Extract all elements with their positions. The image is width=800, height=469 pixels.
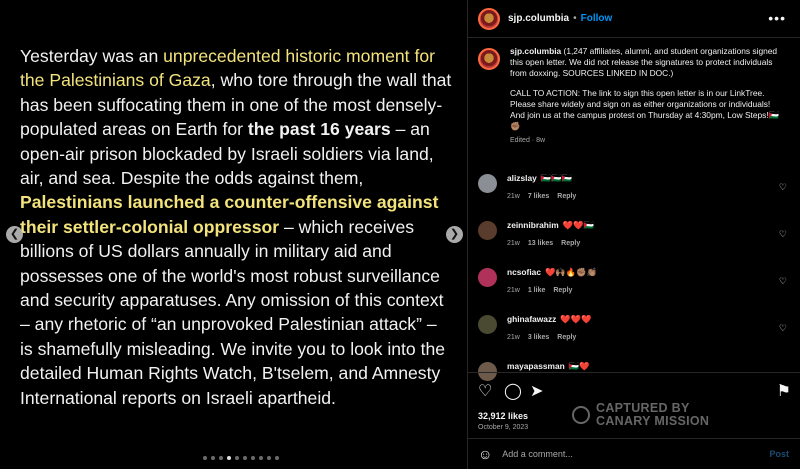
comment-icon[interactable]: ◯ (504, 381, 522, 401)
add-comment-bar: ☺ Post (468, 438, 800, 469)
carousel-dot (227, 456, 231, 460)
add-comment-input[interactable] (502, 449, 723, 459)
post-media: Yesterday was an unprecedented historic … (0, 0, 467, 469)
post-text-segment: the past 16 years (247, 119, 391, 140)
comment-line: alizslay 🇵🇸🇵🇸🇵🇸 (507, 173, 584, 184)
heart-icon[interactable]: ♡ (478, 381, 492, 401)
post-text: Yesterday was an unprecedented historic … (20, 44, 452, 410)
comment-heart-icon[interactable]: ♡ (779, 276, 787, 287)
carousel-dot (235, 456, 239, 460)
comment-line: mayapassman 🇵🇸❤️ (507, 361, 590, 372)
watermark-line1: CAPTURED BY (596, 401, 690, 415)
comment-username[interactable]: zeinnibrahim (507, 220, 559, 230)
post-comment-button[interactable]: Post (769, 449, 789, 459)
comment-likes[interactable]: 13 likes (528, 240, 553, 247)
comment-heart-icon[interactable]: ♡ (779, 182, 787, 193)
header-username[interactable]: sjp.columbia (508, 13, 569, 24)
post-side-panel: sjp.columbia • Follow ••• sjp.columbia (… (467, 0, 800, 469)
caption: sjp.columbia (1,247 affiliates, alumni, … (468, 38, 800, 146)
caption-username[interactable]: sjp.columbia (510, 46, 561, 56)
watermark: CAPTURED BY CANARY MISSION (572, 402, 709, 427)
carousel-dot (203, 456, 207, 460)
comment-meta: 21w 3 likes Reply (507, 334, 592, 341)
watermark-line2: CANARY MISSION (596, 413, 710, 428)
separator: • (573, 13, 577, 24)
comment-text: ❤️❤️❤️ (560, 314, 592, 324)
follow-button[interactable]: Follow (581, 13, 613, 24)
post-header: sjp.columbia • Follow ••• (468, 0, 800, 38)
comment-meta: 21w 13 likes Reply (507, 240, 594, 247)
carousel-dot (211, 456, 215, 460)
comment-avatar[interactable] (478, 268, 497, 287)
comment-username[interactable]: alizslay (507, 173, 537, 183)
carousel-next-button[interactable]: ❯ (446, 226, 463, 243)
carousel-indicator (203, 456, 279, 460)
comment-meta: 21w 7 likes Reply (507, 193, 584, 200)
comment-time: 21w (507, 287, 520, 294)
comment-time: 21w (507, 334, 520, 341)
comment-item: ncsofiac ❤️🙌🏽🔥✊🏽👏🏽 21w 1 like Reply ♡ (478, 267, 793, 314)
carousel-dot (259, 456, 263, 460)
comment-likes[interactable]: 1 like (528, 287, 546, 294)
chevron-right-icon: ❯ (449, 228, 460, 240)
caption-para1: sjp.columbia (1,247 affiliates, alumni, … (510, 46, 778, 78)
comment-line: ncsofiac ❤️🙌🏽🔥✊🏽👏🏽 (507, 267, 597, 278)
comment-time: 21w (507, 240, 520, 247)
comment-heart-icon[interactable]: ♡ (779, 323, 787, 334)
comment-reply-button[interactable]: Reply (557, 334, 576, 341)
comment-reply-button[interactable]: Reply (557, 193, 576, 200)
smiley-icon[interactable]: ☺ (478, 446, 492, 462)
comment-line: zeinnibrahim ❤️❤️🇵🇸 (507, 220, 594, 231)
carousel-dot (219, 456, 223, 460)
carousel-dot (267, 456, 271, 460)
comment-username[interactable]: mayapassman (507, 361, 565, 371)
comment-avatar[interactable] (478, 315, 497, 334)
comment-avatar[interactable] (478, 174, 497, 193)
comment-reply-button[interactable]: Reply (553, 287, 572, 294)
post-text-segment: – which receives billions of US dollars … (20, 216, 446, 408)
caption-para2: CALL TO ACTION: The link to sign this op… (510, 88, 780, 131)
carousel-dot (251, 456, 255, 460)
caption-meta: Edited · 8w (510, 136, 546, 144)
carousel-prev-button[interactable]: ❮ (6, 226, 23, 243)
comment-likes[interactable]: 7 likes (528, 193, 549, 200)
comment-username[interactable]: ncsofiac (507, 267, 541, 277)
comment-text: 🇵🇸❤️ (568, 361, 590, 371)
comment-text: 🇵🇸🇵🇸🇵🇸 (540, 173, 573, 183)
chevron-left-icon: ❮ (9, 228, 20, 240)
carousel-dot (275, 456, 279, 460)
more-horizontal-icon[interactable]: ••• (768, 10, 786, 26)
comment-heart-icon[interactable]: ♡ (779, 229, 787, 240)
comment-item: alizslay 🇵🇸🇵🇸🇵🇸 21w 7 likes Reply ♡ (478, 173, 793, 220)
comment-text: ❤️🙌🏽🔥✊🏽👏🏽 (544, 267, 598, 277)
comment-item: zeinnibrahim ❤️❤️🇵🇸 21w 13 likes Reply ♡ (478, 220, 793, 267)
comment-reply-button[interactable]: Reply (561, 240, 580, 247)
comment-item: ghinafawazz ❤️❤️❤️ 21w 3 likes Reply ♡ (478, 314, 793, 361)
avatar[interactable] (478, 7, 500, 30)
carousel-dot (243, 456, 247, 460)
watermark-logo-icon (572, 405, 590, 424)
bookmark-icon[interactable]: ⚑ (777, 381, 791, 401)
post-text-segment: Yesterday was an (20, 46, 164, 66)
comment-avatar[interactable] (478, 221, 497, 240)
caption-avatar[interactable] (478, 48, 500, 70)
comment-meta: 21w 1 like Reply (507, 287, 597, 294)
comment-text: ❤️❤️🇵🇸 (562, 220, 594, 230)
share-icon[interactable]: ➤ (530, 381, 543, 401)
comment-line: ghinafawazz ❤️❤️❤️ (507, 314, 592, 325)
comment-likes[interactable]: 3 likes (528, 334, 549, 341)
comment-username[interactable]: ghinafawazz (507, 314, 556, 324)
comment-time: 21w (507, 193, 520, 200)
